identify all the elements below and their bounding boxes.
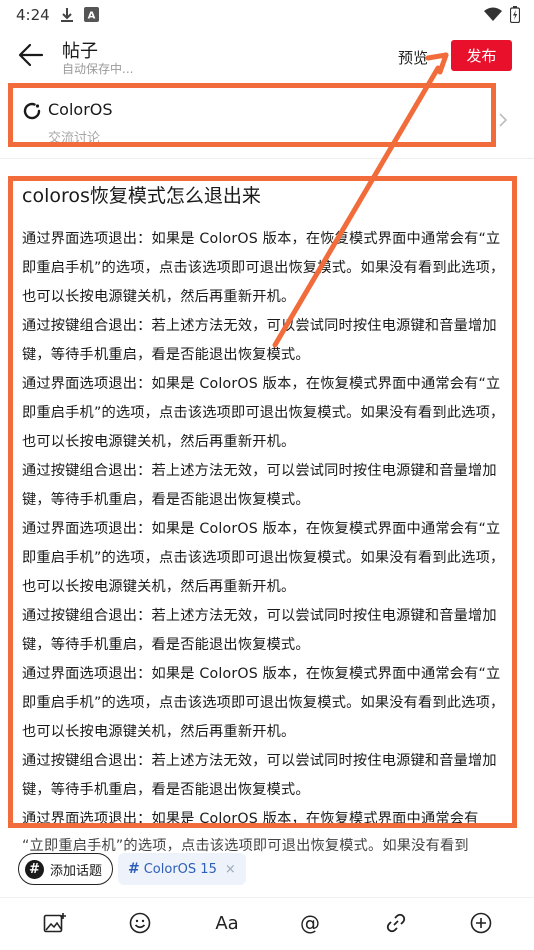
add-image-button[interactable]: [42, 910, 68, 936]
add-image-icon: [43, 913, 66, 933]
post-paragraph: 通过按键组合退出：若上述方法无效，可以尝试同时按住电源键和音量增加键，等待手机重…: [22, 463, 497, 508]
mention-button[interactable]: @: [297, 910, 323, 936]
circle-name: ColorOS: [48, 100, 113, 119]
svg-text:A: A: [88, 11, 96, 22]
topic-chip[interactable]: # ColorOS 15 ×: [118, 853, 246, 885]
post-paragraph: 通过按键组合退出：若上述方法无效，可以尝试同时按住电源键和音量增加键，等待手机重…: [22, 753, 497, 798]
post-body[interactable]: 通过界面选项退出：如果是 ColorOS 版本，在恢复模式界面中通常会有“立即重…: [22, 225, 510, 825]
publish-button[interactable]: 发布: [451, 40, 512, 71]
post-paragraph: 通过界面选项退出：如果是 ColorOS 版本，在恢复模式界面中通常会有“立即重…: [22, 231, 505, 305]
post-paragraph: 通过界面选项退出：如果是 ColorOS 版本，在恢复模式界面中通常会有“立即重…: [22, 521, 505, 595]
link-button[interactable]: [383, 910, 409, 936]
hash-icon: #: [25, 859, 44, 879]
add-topic-button[interactable]: # 添加话题: [18, 853, 114, 885]
hash-icon: #: [128, 861, 140, 877]
topic-chip-label: ColorOS 15: [143, 861, 217, 877]
add-circle-icon: [470, 912, 492, 934]
status-time: 4:24: [16, 6, 50, 24]
emoji-icon: [129, 912, 151, 934]
circle-selector[interactable]: ColorOS 交流讨论: [0, 88, 534, 150]
post-paragraph: 通过按键组合退出：若上述方法无效，可以尝试同时按住电源键和音量增加键，等待手机重…: [22, 318, 497, 363]
text-format-icon: Aa: [215, 912, 239, 934]
add-more-button[interactable]: [468, 910, 494, 936]
wifi-icon: [484, 7, 502, 21]
post-paragraph: “立即重启手机”的选项，点击该选项即可退出恢复模式。如果没有看到: [22, 838, 469, 854]
app-a-icon: A: [84, 7, 99, 22]
chevron-right-icon: [499, 113, 508, 127]
post-paragraph: 通过界面选项退出：如果是 ColorOS 版本，在恢复模式界面中通常会有“立即重…: [22, 376, 505, 450]
post-paragraph: 通过界面选项退出：如果是 ColorOS 版本，在恢复模式界面中通常会有“立即重…: [22, 666, 505, 740]
add-topic-label: 添加话题: [50, 863, 103, 879]
download-icon: [61, 8, 73, 22]
battery-icon: [510, 6, 520, 23]
text-format-button[interactable]: Aa: [212, 910, 242, 936]
status-right: [484, 6, 520, 23]
autosave-status: 自动保存中...: [62, 62, 134, 76]
divider: [0, 897, 534, 898]
link-icon: [386, 913, 406, 933]
close-icon[interactable]: ×: [225, 862, 236, 877]
emoji-button[interactable]: [127, 910, 153, 936]
post-overflow-line: “立即重启手机”的选项，点击该选项即可退出恢复模式。如果没有看到: [22, 832, 510, 854]
preview-button[interactable]: 预览: [398, 47, 428, 68]
circle-category: 交流讨论: [48, 131, 101, 146]
post-paragraph: 通过界面选项退出：如果是 ColorOS 版本，在恢复模式界面中通常会有: [22, 811, 479, 825]
divider: [0, 158, 534, 159]
post-paragraph: 通过按键组合退出：若上述方法无效，可以尝试同时按住电源键和音量增加键，等待手机重…: [22, 608, 497, 653]
post-title[interactable]: coloros恢复模式怎么退出来: [22, 181, 261, 208]
mention-icon: @: [300, 911, 320, 935]
loading-circle-icon: [23, 102, 41, 120]
back-arrow-icon[interactable]: [16, 40, 46, 70]
